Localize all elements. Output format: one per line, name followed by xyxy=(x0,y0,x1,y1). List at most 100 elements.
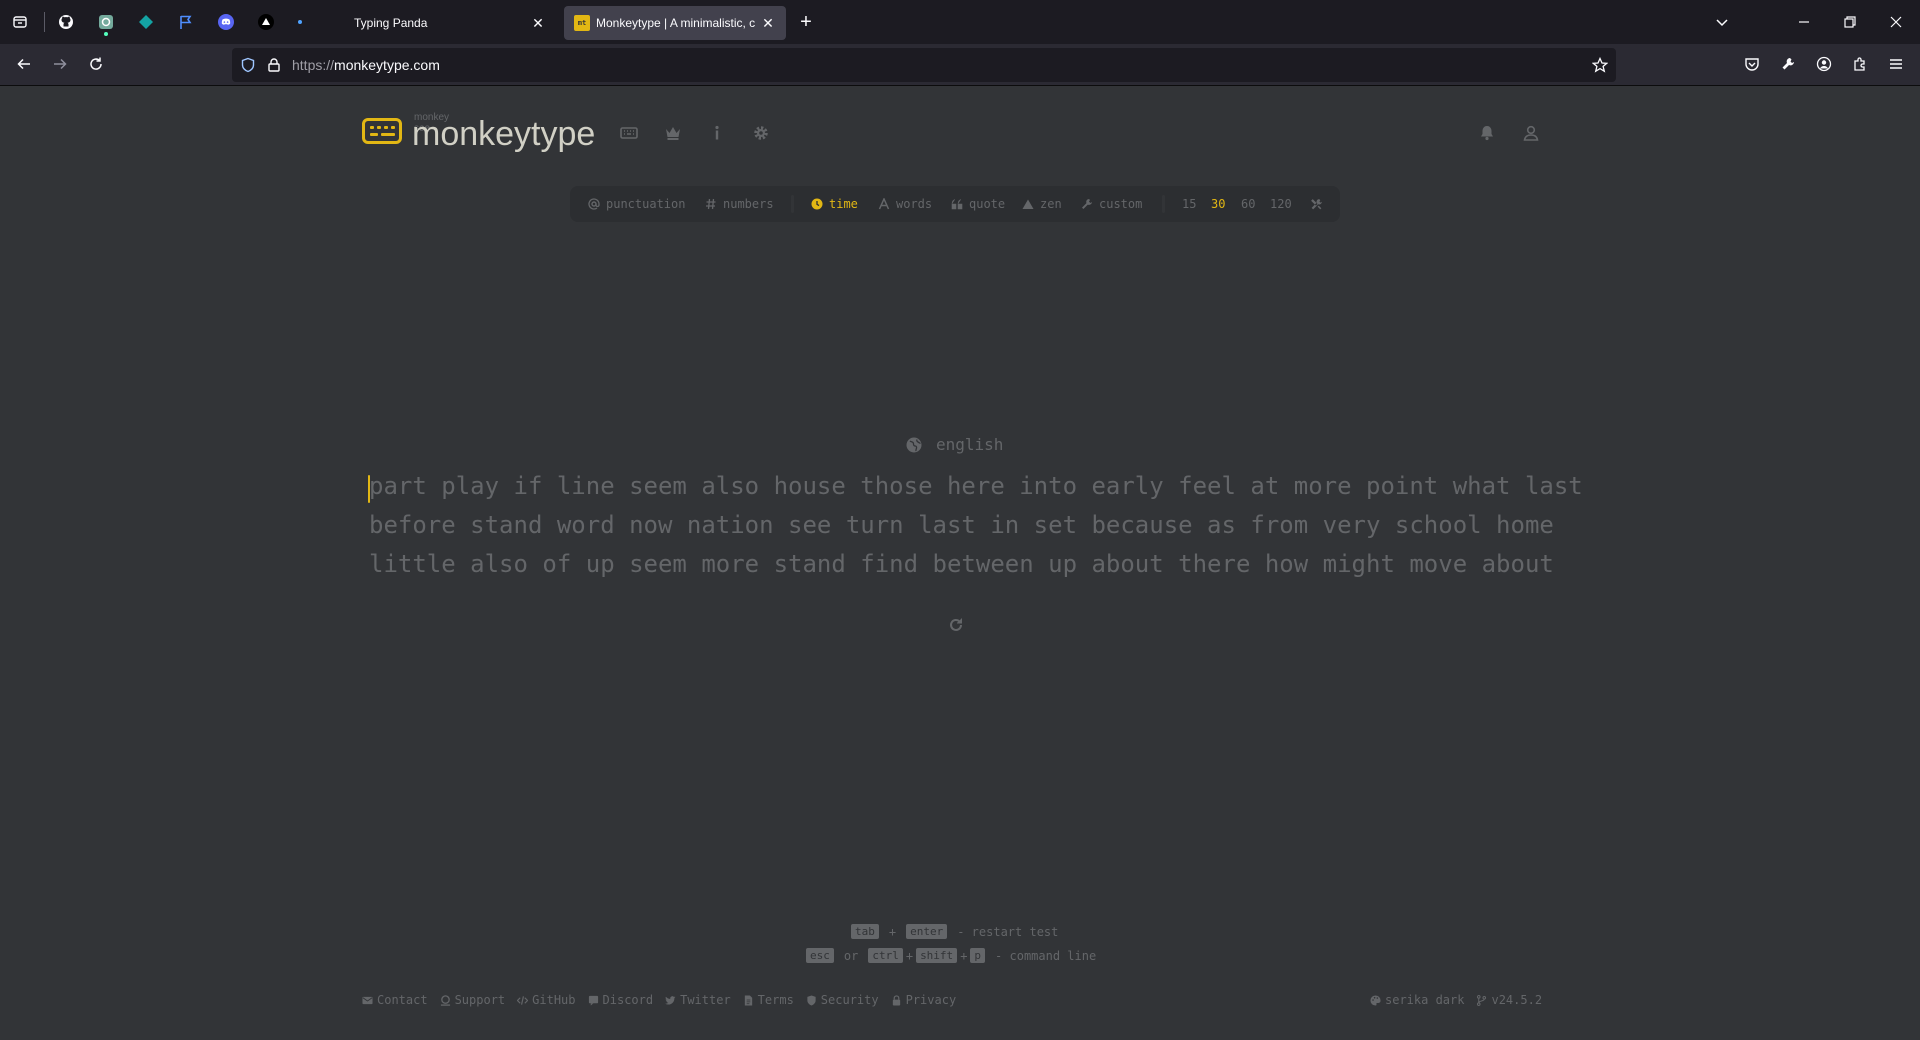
hashtag-icon xyxy=(706,198,716,210)
enter-key: enter xyxy=(906,924,948,939)
discord-link[interactable]: Discord xyxy=(588,993,653,1007)
toggle-punctuation[interactable]: punctuation xyxy=(588,186,685,222)
list-all-tabs-button[interactable] xyxy=(1706,6,1738,38)
hint-plus: + xyxy=(960,948,968,963)
numbers-label: numbers xyxy=(723,197,774,211)
settings-button[interactable] xyxy=(751,123,771,143)
triangle-icon xyxy=(258,14,274,30)
about-button[interactable] xyxy=(707,123,727,143)
test-config-bar: punctuation numbers time words quote zen… xyxy=(570,186,1340,222)
tab-typing-panda[interactable]: Typing Panda ✕ xyxy=(322,6,556,40)
duration-30[interactable]: 30 xyxy=(1211,186,1225,222)
contact-link[interactable]: Contact xyxy=(362,993,428,1007)
pinned-tab-flag[interactable] xyxy=(168,6,204,38)
comment-icon xyxy=(588,995,598,1006)
url-text[interactable]: https://monkeytype.com xyxy=(292,57,440,73)
pinned-tab-discord[interactable] xyxy=(208,6,244,38)
extensions-button[interactable] xyxy=(1844,48,1876,80)
close-window-button[interactable] xyxy=(1880,6,1912,38)
twitter-link[interactable]: Twitter xyxy=(665,993,731,1007)
zen-label: zen xyxy=(1040,197,1062,211)
mode-quote[interactable]: quote xyxy=(951,186,1005,222)
privacy-link[interactable]: Privacy xyxy=(891,993,956,1007)
security-link[interactable]: Security xyxy=(806,993,879,1007)
redo-icon xyxy=(950,618,962,631)
envelope-icon xyxy=(362,996,373,1004)
tools-icon xyxy=(1311,198,1322,209)
tracking-protection-icon[interactable] xyxy=(240,57,256,73)
restart-test-button[interactable] xyxy=(946,615,966,635)
mode-zen[interactable]: zen xyxy=(1022,186,1062,222)
restore-button[interactable] xyxy=(1834,6,1866,38)
restart-hint-text: - restart test xyxy=(957,924,1059,939)
toggle-numbers[interactable]: numbers xyxy=(705,186,774,222)
custom-duration-button[interactable] xyxy=(1310,186,1323,222)
pocket-button[interactable] xyxy=(1736,48,1768,80)
mountain-icon xyxy=(1022,199,1034,209)
keyboard-icon xyxy=(620,127,638,139)
ctrl-key: ctrl xyxy=(868,948,903,963)
terms-link[interactable]: Terms xyxy=(743,993,794,1007)
app-menu-button[interactable] xyxy=(1880,48,1912,80)
words-area[interactable]: part play if line seem also house those … xyxy=(369,467,1583,584)
duration-120-label: 120 xyxy=(1270,197,1292,211)
tab-close-button[interactable]: ✕ xyxy=(760,15,776,31)
notifications-button[interactable] xyxy=(1477,123,1497,143)
duration-60[interactable]: 60 xyxy=(1241,186,1255,222)
account-page-button[interactable] xyxy=(1521,123,1541,143)
logo-title: monkeytype xyxy=(412,115,596,153)
support-link[interactable]: Support xyxy=(440,993,505,1007)
back-button[interactable] xyxy=(8,48,40,80)
quote-left-icon xyxy=(951,199,963,210)
account-button[interactable] xyxy=(1808,48,1840,80)
theme-button[interactable]: serika dark xyxy=(1370,993,1464,1007)
crown-icon xyxy=(666,127,680,140)
pinned-tab-github[interactable] xyxy=(48,6,84,38)
twitter-icon xyxy=(665,995,676,1005)
mode-custom[interactable]: custom xyxy=(1081,186,1142,222)
account-icon xyxy=(1816,56,1832,72)
language-button[interactable]: english xyxy=(906,435,1003,454)
new-tab-button[interactable]: + xyxy=(790,6,822,38)
devtools-button[interactable] xyxy=(1772,48,1804,80)
chevron-down-icon xyxy=(1716,19,1728,27)
pinned-tab-triangle[interactable] xyxy=(248,6,284,38)
duration-120[interactable]: 120 xyxy=(1270,186,1292,222)
time-label: time xyxy=(829,197,858,211)
wrench-icon xyxy=(1082,199,1092,209)
minimize-icon xyxy=(1799,21,1809,23)
mode-words[interactable]: words xyxy=(878,186,932,222)
close-icon xyxy=(1890,16,1902,28)
tab-close-button[interactable]: ✕ xyxy=(530,15,546,31)
tab-monkeytype[interactable]: mt Monkeytype | A minimalistic, c ✕ xyxy=(564,6,786,40)
url-bar[interactable]: https://monkeytype.com xyxy=(232,48,1616,82)
pinned-tab-dot[interactable] xyxy=(282,6,318,38)
forward-button[interactable] xyxy=(44,48,76,80)
monkeytype-logo[interactable]: monkey see monkeytype xyxy=(362,111,595,153)
github-link[interactable]: GitHub xyxy=(517,993,576,1007)
palette-icon xyxy=(1370,994,1381,1006)
pinned-tab-chatgpt[interactable] xyxy=(88,6,124,38)
firefox-view-button[interactable] xyxy=(4,6,36,38)
test-keyboard-button[interactable] xyxy=(619,123,639,143)
lock-icon[interactable] xyxy=(266,57,282,73)
twitter-label: Twitter xyxy=(680,993,731,1007)
minimize-button[interactable] xyxy=(1788,6,1820,38)
duration-30-label: 30 xyxy=(1211,197,1226,211)
restore-icon xyxy=(1844,16,1856,28)
p-key: p xyxy=(970,948,986,963)
tab-divider xyxy=(44,12,45,32)
shield-icon xyxy=(807,994,816,1006)
at-sign-icon xyxy=(588,198,600,210)
version-button[interactable]: v24.5.2 xyxy=(1476,993,1542,1007)
command-hint-text: - command line xyxy=(995,948,1097,963)
leaderboards-button[interactable] xyxy=(663,123,683,143)
mode-time[interactable]: time xyxy=(811,186,858,222)
bookmark-star-icon[interactable] xyxy=(1591,56,1609,73)
bell-icon xyxy=(1481,126,1493,141)
hint-or: or xyxy=(843,948,859,963)
reload-button[interactable] xyxy=(80,48,112,80)
footer-meta: serika dark v24.5.2 xyxy=(1370,993,1554,1007)
pinned-tab-teal[interactable] xyxy=(128,6,164,38)
duration-15[interactable]: 15 xyxy=(1182,186,1196,222)
